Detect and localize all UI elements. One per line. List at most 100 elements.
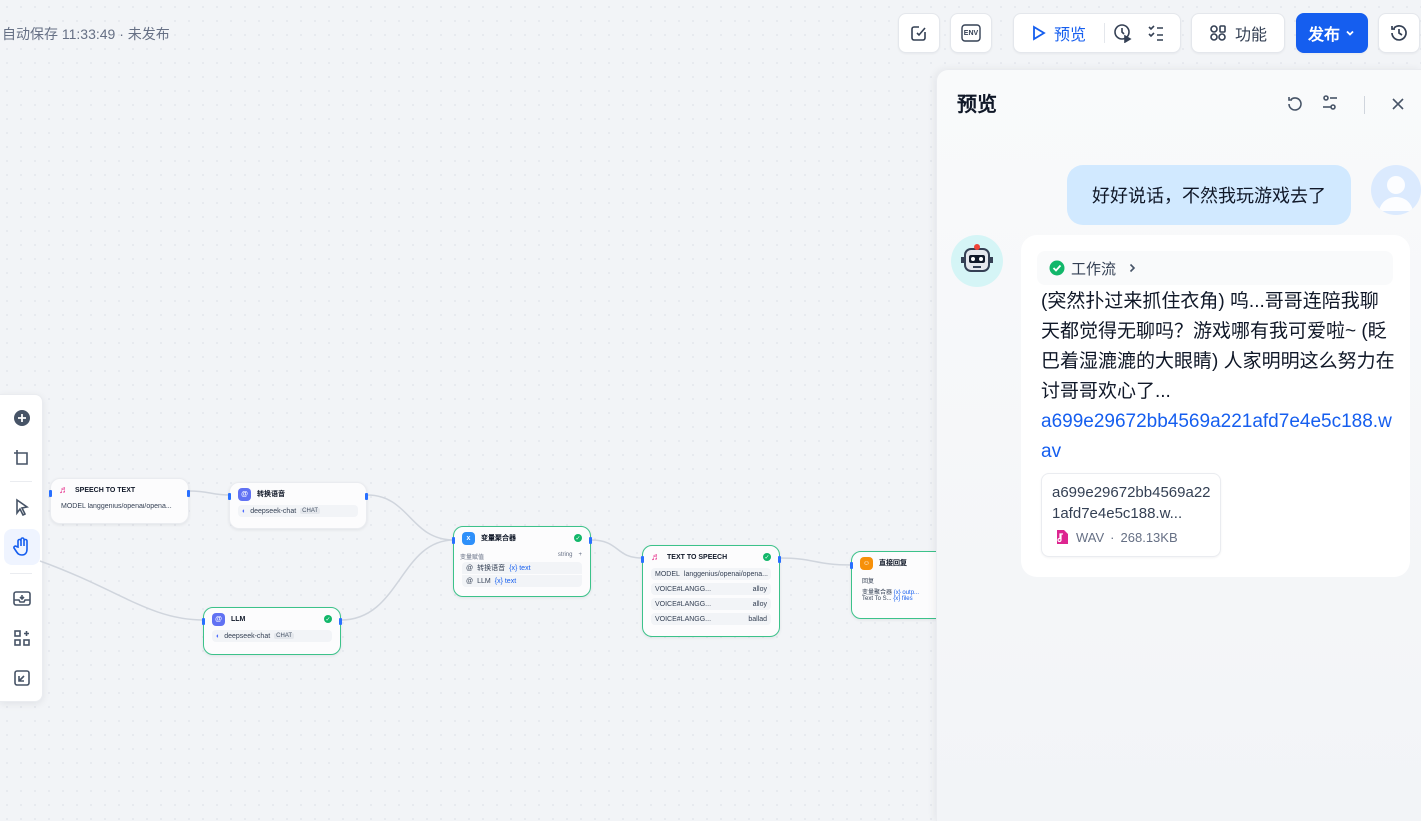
node-llm[interactable]: @ LLM ✓ ◐ deepseek-chat CHAT xyxy=(202,607,342,655)
env-button[interactable]: ENV xyxy=(950,13,992,53)
settings-sliders-icon[interactable] xyxy=(1321,94,1339,117)
input-handle[interactable] xyxy=(452,537,455,544)
node-speech-to-text[interactable]: ♬ SPEECH TO TEXT MODEL langgenius/openai… xyxy=(49,478,190,524)
model-row: MODEL langgenius/openai/opena... xyxy=(651,568,771,580)
model-row: ◐ deepseek-chat CHAT xyxy=(212,630,332,642)
var-name: {x} text xyxy=(494,577,517,585)
answer-text: (突然扑过来抓住衣角) 呜...哥哥连陪我聊天都觉得无聊吗？游戏哪有我可爱啦~ … xyxy=(1041,291,1395,402)
publish-label: 发布 xyxy=(1307,27,1340,44)
success-check-icon: ✓ xyxy=(324,615,332,623)
model-value: langgenius/openai/opena... xyxy=(683,570,768,578)
var-header: 变量赋值 string + xyxy=(460,552,582,561)
features-icon xyxy=(1210,25,1226,41)
output-handle[interactable] xyxy=(339,618,342,625)
checklist-icon[interactable] xyxy=(1147,24,1165,42)
edge-stt-to-convert xyxy=(188,490,231,496)
env-label: ENV xyxy=(963,29,979,37)
file-meta: WAV · 268.13KB xyxy=(1054,529,1178,545)
var-source: 转换语音 xyxy=(477,565,506,572)
features-button[interactable]: 功能 xyxy=(1191,13,1285,53)
output-handle[interactable] xyxy=(187,490,190,497)
plus-icon[interactable]: + xyxy=(578,552,582,561)
history-icon xyxy=(1391,25,1407,41)
voice-value: ballad xyxy=(748,615,767,623)
workflow-process-toggle[interactable]: 工作流 xyxy=(1037,251,1393,285)
voice-value: alloy xyxy=(752,600,767,608)
output-handle[interactable] xyxy=(778,556,781,563)
model-name: deepseek-chat xyxy=(224,632,271,640)
model-tag: CHAT xyxy=(300,508,321,514)
voice-value: alloy xyxy=(752,585,767,593)
restart-icon[interactable] xyxy=(1285,94,1305,119)
success-check-icon: ✓ xyxy=(763,553,771,561)
var-type: string xyxy=(557,552,573,558)
reply-var: {x} files xyxy=(893,596,913,602)
file-type: WAV xyxy=(1076,529,1105,545)
workflow-edges xyxy=(39,490,852,621)
model-row: ◐ deepseek-chat CHAT xyxy=(238,505,358,517)
deepseek-icon: ◐ xyxy=(216,632,221,640)
model-name: deepseek-chat xyxy=(250,507,297,515)
voice-key: VOICE#LANGG... xyxy=(655,615,712,623)
success-check-icon xyxy=(1049,260,1065,276)
reply-icon: ☺ xyxy=(860,556,873,570)
output-handle[interactable] xyxy=(589,537,592,544)
run-history-icon[interactable] xyxy=(1113,23,1133,43)
at-icon: @ xyxy=(466,564,474,572)
edge-tts-to-reply xyxy=(779,557,852,566)
divider xyxy=(1364,96,1365,114)
var-row: @ 转换语音 {x} text xyxy=(462,562,582,574)
model-label: MODEL xyxy=(655,570,680,578)
model-label: MODEL xyxy=(61,503,86,510)
audio-file-link[interactable]: a699e29672bb4569a221afd7e4e5c188.wav xyxy=(1041,407,1396,467)
var-row: @ LLM {x} text xyxy=(462,575,582,587)
speech-icon: ♬ xyxy=(651,551,661,563)
preview-button[interactable]: 预览 xyxy=(1032,21,1086,45)
node-model-row: MODEL langgenius/openai/opena... xyxy=(61,503,178,510)
input-handle[interactable] xyxy=(49,490,52,497)
bot-avatar xyxy=(951,235,1003,287)
chevron-right-icon xyxy=(1129,263,1136,273)
llm-icon: @ xyxy=(238,487,251,501)
file-name: a699e29672bb4569a221afd7e4e5c188.w... xyxy=(1052,484,1211,522)
version-history-button[interactable] xyxy=(1378,13,1420,53)
input-handle[interactable] xyxy=(641,556,644,563)
voice-key: VOICE#LANGG... xyxy=(655,600,712,608)
bot-message: 工作流 (突然扑过来抓住衣角) 呜...哥哥连陪我聊天都觉得无聊吗？游戏哪有我可… xyxy=(1021,235,1410,577)
edge-start-to-llm xyxy=(39,560,205,621)
audio-file-card[interactable]: a699e29672bb4569a221afd7e4e5c188.w... WA… xyxy=(1041,473,1221,557)
at-icon: @ xyxy=(466,577,474,585)
edge-llm-to-agg xyxy=(340,539,455,621)
node-convert-speech[interactable]: @ 转换语音 ◐ deepseek-chat CHAT xyxy=(228,482,368,529)
publish-button[interactable]: 发布 xyxy=(1296,13,1368,53)
reply-source: Text To S... xyxy=(862,596,892,602)
success-check-icon: ✓ xyxy=(574,534,582,542)
model-value: langgenius/openai/opena... xyxy=(87,503,172,510)
node-title: 转换语音 xyxy=(257,491,285,498)
meta-dot: · xyxy=(1110,529,1115,545)
input-handle[interactable] xyxy=(228,493,231,500)
preview-panel: 预览 好好说话，不然我玩游戏去了 工作流 (突然扑过来抓住衣角) 呜...哥哥连… xyxy=(936,69,1421,821)
model-tag: CHAT xyxy=(274,633,295,639)
chevron-down-icon xyxy=(1346,30,1354,36)
user-message: 好好说话，不然我玩游戏去了 xyxy=(1067,165,1351,225)
voice-row: VOICE#LANGG... ballad xyxy=(651,613,771,625)
input-handle[interactable] xyxy=(202,618,205,625)
node-text-to-speech[interactable]: ♬ TEXT TO SPEECH ✓ MODEL langgenius/open… xyxy=(641,545,781,637)
node-title: 变量聚合器 xyxy=(481,535,516,542)
features-label: 功能 xyxy=(1234,27,1267,44)
voice-row: VOICE#LANGG... alloy xyxy=(651,598,771,610)
voice-row: VOICE#LANGG... alloy xyxy=(651,583,771,595)
workflow-label: 工作流 xyxy=(1071,260,1117,278)
var-name: {x} text xyxy=(509,564,531,572)
close-icon[interactable] xyxy=(1391,97,1405,116)
input-handle[interactable] xyxy=(850,562,853,569)
var-label: 变量赋值 xyxy=(460,555,485,561)
node-variable-aggregator[interactable]: x 变量聚合器 ✓ 变量赋值 string + @ 转换语音 {x} text … xyxy=(452,526,592,597)
play-icon xyxy=(1033,25,1046,41)
var-source: LLM xyxy=(477,577,491,585)
voice-key: VOICE#LANGG... xyxy=(655,585,712,593)
llm-icon: @ xyxy=(212,612,225,626)
output-handle[interactable] xyxy=(365,493,368,500)
edge-agg-to-tts xyxy=(590,539,643,559)
